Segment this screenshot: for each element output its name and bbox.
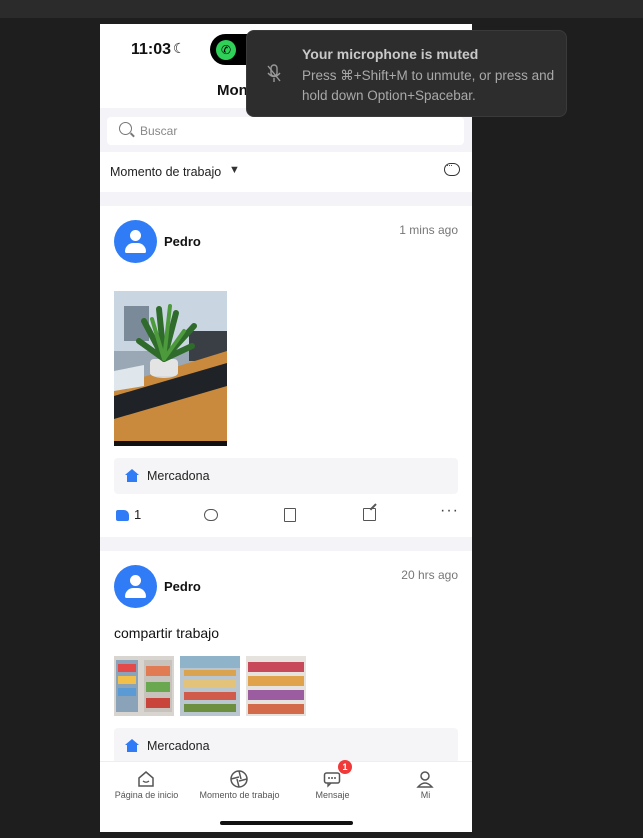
post-photo-thumbnail[interactable] (180, 656, 240, 716)
moon-icon: ☾ (173, 40, 186, 56)
page-title: Mon (217, 82, 248, 99)
post-username[interactable]: Pedro (164, 579, 201, 594)
window-top-bar (0, 0, 643, 18)
message-badge: 1 (338, 760, 352, 774)
tab-messages[interactable]: 1 Mensaje (286, 760, 379, 822)
tab-label: Mensaje (315, 790, 350, 800)
archive-icon[interactable] (284, 508, 296, 522)
toast-body: Press ⌘+Shift+M to unmute, or press and … (302, 68, 555, 103)
post-username[interactable]: Pedro (164, 234, 201, 249)
thumbs-up-icon[interactable] (116, 510, 129, 521)
phone-call-icon: ✆ (216, 40, 236, 60)
post-time: 20 hrs ago (401, 568, 458, 582)
location-name: Mercadona (147, 469, 210, 483)
tab-work-moment[interactable]: Momento de trabajo (193, 762, 286, 822)
filter-dropdown-label[interactable]: Momento de trabajo (110, 165, 221, 179)
post-actions: 1 ··· (100, 502, 472, 532)
location-tag[interactable]: Mercadona (114, 728, 458, 764)
microphone-muted-icon (267, 64, 281, 82)
comment-icon[interactable] (204, 509, 218, 521)
search-input[interactable]: Buscar (107, 117, 464, 145)
tab-home[interactable]: Página de inicio (100, 762, 193, 822)
chat-bubble-icon[interactable] (444, 160, 460, 176)
search-placeholder: Buscar (140, 124, 178, 138)
post-time: 1 mins ago (399, 223, 458, 237)
tab-me[interactable]: Mi (379, 762, 472, 822)
avatar[interactable] (114, 565, 157, 608)
location-tag[interactable]: Mercadona (114, 458, 458, 494)
search-icon (119, 122, 132, 135)
caret-down-icon[interactable]: ▼ (229, 164, 240, 176)
person-icon (416, 771, 434, 788)
post-card: Pedro 20 hrs ago compartir trabajo Merca… (100, 551, 472, 764)
more-options-icon[interactable]: ··· (440, 502, 459, 520)
home-indicator (220, 821, 353, 825)
post-photo-thumbnail[interactable] (246, 656, 306, 716)
microphone-muted-toast[interactable]: Your microphone is muted Press ⌘+Shift+M… (246, 30, 567, 117)
tab-label: Página de inicio (114, 790, 179, 800)
tab-label: Momento de trabajo (199, 790, 280, 800)
home-icon (125, 469, 139, 482)
aperture-icon (230, 770, 248, 788)
like-count: 1 (134, 507, 142, 522)
home-icon (125, 739, 139, 752)
status-time: 11:03 (131, 41, 172, 58)
post-photo-thumbnail[interactable] (114, 656, 174, 716)
phone-screen: 11:03 ☾ ✆ Mon Buscar Momento de trabajo … (100, 24, 472, 832)
post-text: compartir trabajo (114, 625, 220, 641)
toast-title: Your microphone is muted (302, 46, 479, 62)
home-icon (138, 771, 154, 787)
location-name: Mercadona (147, 739, 210, 753)
message-icon (323, 772, 341, 788)
avatar[interactable] (114, 220, 157, 263)
post-photo-plant[interactable] (114, 291, 227, 446)
filter-bar: Momento de trabajo ▼ (100, 152, 472, 192)
share-icon[interactable] (363, 508, 376, 521)
tab-label: Mi (420, 790, 431, 800)
post-card: Pedro 1 mins ago Mercadona 1 ··· (100, 206, 472, 537)
